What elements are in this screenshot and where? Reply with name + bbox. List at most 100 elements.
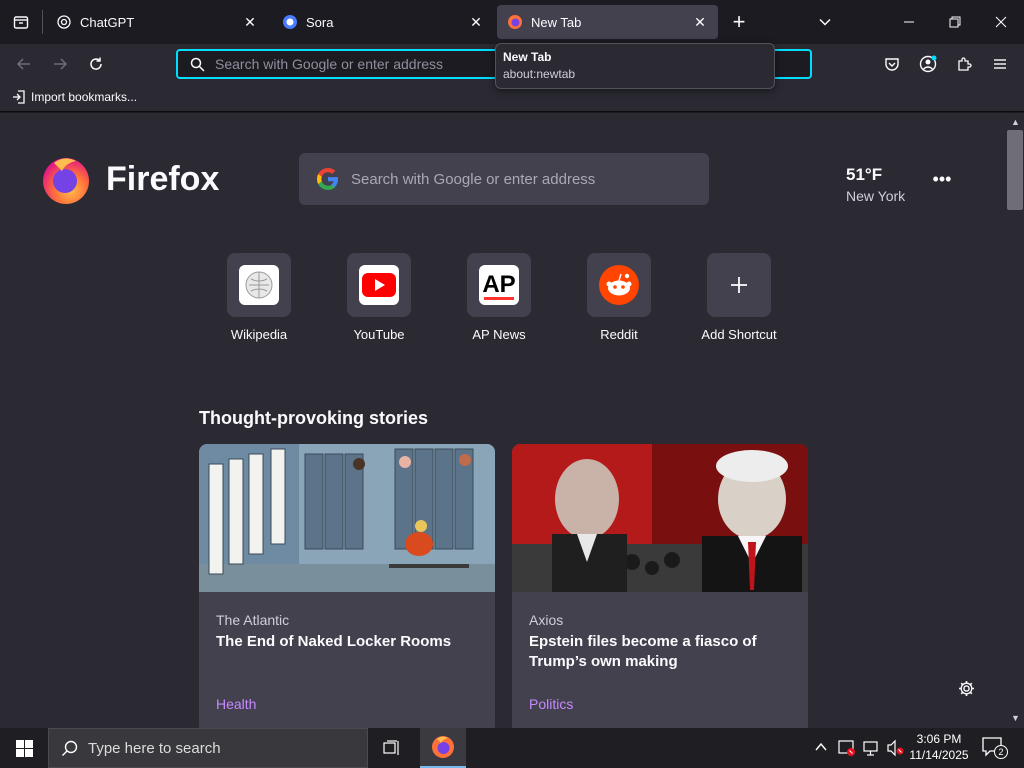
back-button[interactable] [10,50,38,78]
close-icon [995,16,1007,28]
scrollbar-thumb[interactable] [1007,130,1023,210]
clock-date: 11/14/2025 [909,748,969,762]
taskbar-search-box[interactable]: Type here to search [48,728,368,768]
chevron-up-icon [815,742,827,751]
firefox-view-icon [13,16,29,29]
shortcut-wikipedia[interactable]: Wikipedia [209,253,309,342]
tray-network-button[interactable] [862,739,880,762]
import-bookmarks-label: Import bookmarks... [31,90,138,104]
svg-text:AP: AP [482,271,515,298]
tab-new-tab[interactable]: New Tab ✕ [497,5,718,39]
close-icon[interactable]: ✕ [692,14,708,30]
shortcut-ap-news[interactable]: AP AP News [449,253,549,342]
tab-sora[interactable]: Sora ✕ [272,5,494,39]
tray-volume-button[interactable] [886,739,904,762]
extensions-button[interactable] [950,50,978,78]
shortcut-label: Add Shortcut [701,327,777,342]
tray-security-button[interactable] [838,739,856,762]
story-topic: Politics [529,696,574,712]
story-headline: Epstein files become a fiasco of Trump’s… [529,633,757,670]
shortcut-tile [587,253,651,317]
shortcut-label: YouTube [353,327,405,342]
start-button[interactable] [0,728,48,768]
shortcut-tile [227,253,291,317]
tab-separator [42,10,43,34]
story-source: Axios [529,612,564,628]
close-icon[interactable]: ✕ [468,14,484,30]
shortcut-add[interactable]: Add Shortcut [689,253,789,342]
puzzle-icon [958,57,972,71]
gear-icon [958,680,974,696]
shortcut-reddit[interactable]: Reddit [569,253,669,342]
shortcut-tile [707,253,771,317]
firefox-wordmark: Firefox [106,159,220,198]
search-icon [190,57,205,72]
stories-heading: Thought-provoking stories [199,408,428,428]
windows-logo-icon [15,739,33,757]
tab-tooltip: New Tab about:newtab [495,43,775,89]
weather-widget[interactable]: 51°F New York [846,165,905,204]
minimize-button[interactable] [886,0,932,44]
back-arrow-icon [16,58,30,70]
tooltip-url: about:newtab [503,67,576,81]
tab-list-button[interactable] [0,0,42,44]
import-icon [13,90,25,104]
shortcut-label: Wikipedia [230,327,288,342]
firefox-logo: Firefox [40,153,219,205]
story-card[interactable]: The Atlantic The End of Naked Locker Roo… [199,444,495,728]
youtube-icon [362,273,396,297]
reload-button[interactable] [82,50,110,78]
minimize-icon [904,21,914,23]
story-image [199,444,495,592]
import-bookmarks-button[interactable]: Import bookmarks... [12,90,137,104]
chatgpt-icon [57,15,71,29]
shortcut-youtube[interactable]: YouTube [329,253,429,342]
reload-icon [90,57,102,70]
search-icon [62,740,78,756]
show-hidden-icons-button[interactable] [814,740,828,757]
story-card[interactable]: Axios Epstein files become a fiasco of T… [512,444,808,728]
menu-button[interactable] [986,50,1014,78]
firefox-icon [508,15,522,29]
shortcut-label: Reddit [600,327,638,342]
customize-button[interactable] [956,678,976,698]
shortcut-tile [347,253,411,317]
action-center-button[interactable]: 2 [982,737,1008,759]
security-tray-icon [838,740,855,756]
weather-location: New York [846,188,906,204]
pocket-button[interactable] [878,50,906,78]
scroll-down-arrow-icon[interactable]: ▼ [1011,713,1020,723]
close-window-button[interactable] [978,0,1024,44]
account-button[interactable] [914,50,942,78]
task-view-button[interactable] [372,728,412,768]
list-all-tabs-button[interactable] [804,0,846,44]
sora-icon [283,15,297,29]
scroll-up-arrow-icon[interactable]: ▲ [1011,117,1020,127]
new-tab-button[interactable]: + [718,0,760,44]
restore-icon [949,16,961,28]
account-icon [919,55,937,73]
taskbar-search-placeholder: Type here to search [88,739,221,757]
clock-time: 3:06 PM [916,732,962,746]
forward-button[interactable] [46,50,74,78]
restore-button[interactable] [932,0,978,44]
taskbar-clock[interactable]: 3:06 PM 11/14/2025 [906,731,972,763]
hamburger-menu-icon [994,59,1006,69]
new-tab-page: Firefox Search with Google or enter addr… [0,113,1006,728]
forward-arrow-icon [54,58,68,70]
apnews-icon: AP [482,271,516,300]
shortcut-tile: AP [467,253,531,317]
weather-options-button[interactable]: ••• [930,170,954,193]
pocket-icon [885,58,899,71]
task-view-icon [383,740,399,755]
close-icon[interactable]: ✕ [242,14,258,30]
taskbar-firefox[interactable] [420,728,466,768]
tab-chatgpt[interactable]: ChatGPT ✕ [46,5,268,39]
more-options-icon: ••• [932,169,952,189]
newtab-search-box[interactable]: Search with Google or enter address [299,153,709,205]
google-icon [317,168,338,190]
plus-icon: + [732,9,746,34]
page-scrollbar[interactable]: ▲ ▼ [1006,113,1024,728]
newtab-search-placeholder: Search with Google or enter address [351,170,596,188]
network-icon [863,741,878,756]
